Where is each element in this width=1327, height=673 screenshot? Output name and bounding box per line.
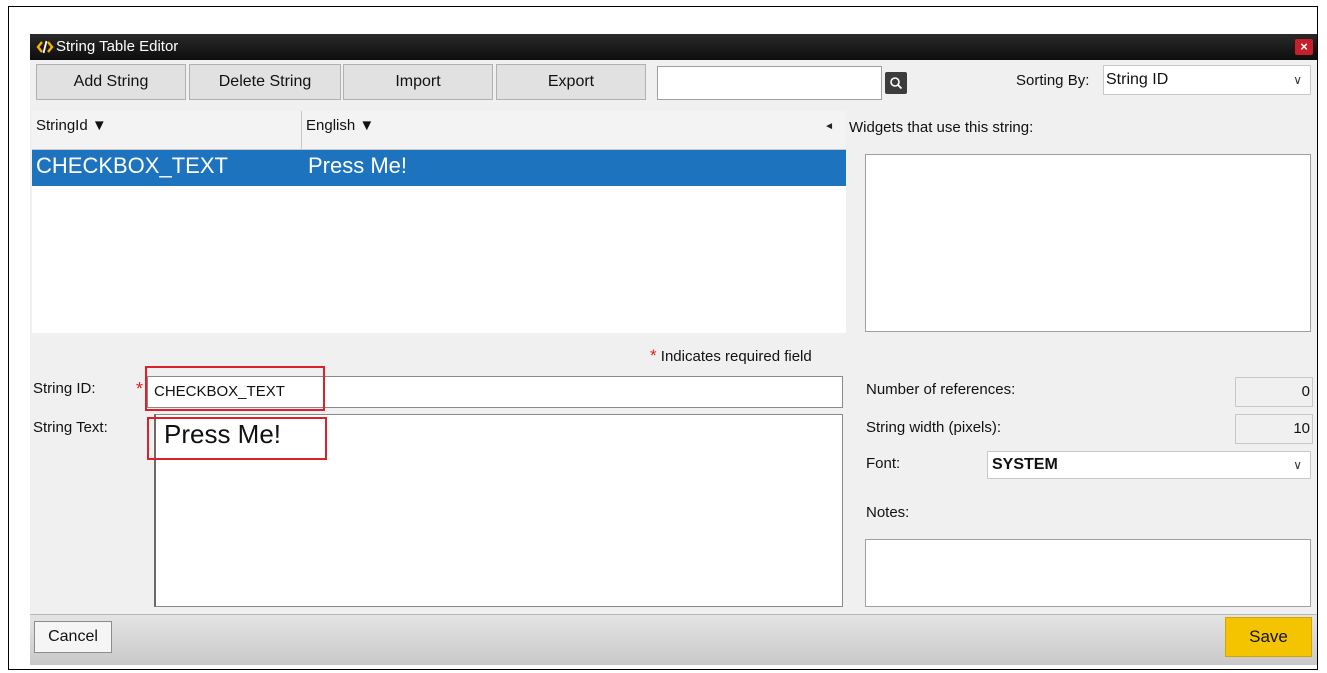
string-text-label: String Text:: [33, 419, 108, 436]
cell-english: Press Me!: [308, 153, 408, 178]
footer-bar: Cancel Save: [30, 614, 1317, 665]
notes-label: Notes:: [866, 504, 910, 521]
required-field-note: * Indicates required field: [650, 346, 812, 366]
close-button[interactable]: ×: [1295, 39, 1313, 55]
chevron-down-icon: ∨: [1293, 73, 1302, 87]
add-string-button[interactable]: Add String: [36, 64, 186, 100]
delete-string-button[interactable]: Delete String: [189, 64, 341, 100]
window-title: String Table Editor: [56, 38, 179, 55]
font-value: SYSTEM: [992, 456, 1058, 473]
widgets-list[interactable]: [865, 154, 1311, 332]
sorting-select[interactable]: String ID ∨: [1103, 65, 1311, 95]
save-button[interactable]: Save: [1225, 617, 1312, 657]
title-bar: String Table Editor ×: [30, 34, 1317, 60]
export-button[interactable]: Export: [496, 64, 646, 100]
required-star-icon: *: [136, 379, 144, 399]
search-button[interactable]: [885, 72, 907, 94]
string-width-label: String width (pixels):: [866, 419, 1002, 436]
highlight-box-string-text: [147, 417, 327, 460]
list-header: StringId ▼ English ▼ ◄: [32, 111, 846, 150]
required-star-icon: *: [650, 346, 657, 365]
cancel-button[interactable]: Cancel: [34, 621, 112, 653]
widgets-label: Widgets that use this string:: [849, 119, 1034, 136]
string-id-label: String ID:: [33, 380, 96, 397]
string-list: StringId ▼ English ▼ ◄ CHECKBOX_TEXT Pre…: [32, 111, 846, 333]
references-value: 0: [1235, 377, 1313, 407]
sorting-by-label: Sorting By:: [1016, 72, 1090, 89]
column-header-english[interactable]: English ▼: [302, 111, 830, 149]
string-width-value: 10: [1235, 414, 1313, 444]
table-row[interactable]: CHECKBOX_TEXT Press Me!: [32, 150, 846, 186]
cell-string-id: CHECKBOX_TEXT: [36, 153, 228, 178]
search-icon: [890, 77, 903, 90]
references-label: Number of references:: [866, 381, 1016, 398]
font-label: Font:: [866, 455, 901, 472]
search-input[interactable]: [657, 66, 882, 100]
notes-input[interactable]: [865, 539, 1311, 607]
string-table-editor-window: String Table Editor × Add String Delete …: [30, 34, 1317, 665]
scroll-left-icon[interactable]: ◄: [824, 121, 834, 132]
font-select[interactable]: SYSTEM ∨: [987, 451, 1311, 479]
highlight-box-string-id: [145, 366, 325, 411]
close-icon: ×: [1300, 39, 1308, 54]
column-header-stringid[interactable]: StringId ▼: [32, 111, 302, 149]
sorting-value: String ID: [1106, 71, 1169, 88]
import-button[interactable]: Import: [343, 64, 493, 100]
required-note-text: Indicates required field: [660, 348, 812, 365]
chevron-down-icon: ∨: [1293, 458, 1302, 472]
code-icon: [36, 40, 54, 54]
